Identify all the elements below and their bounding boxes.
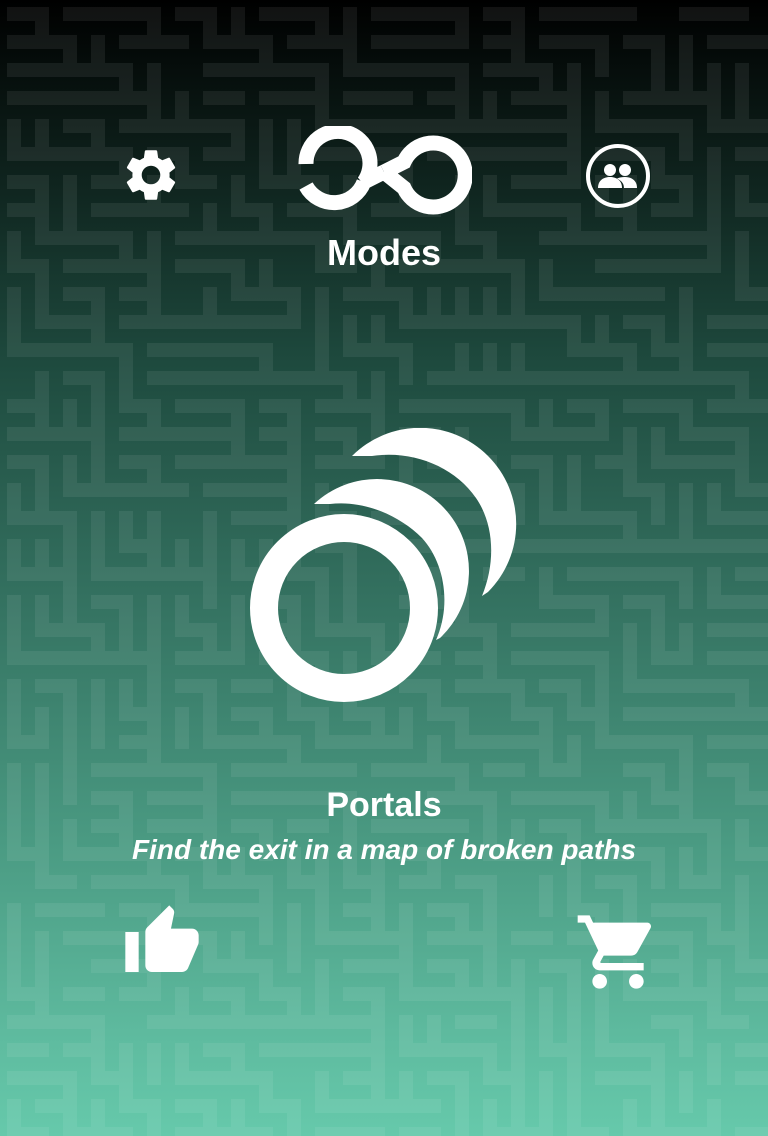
like-button[interactable]	[116, 898, 208, 986]
modes-logo[interactable]	[296, 123, 473, 224]
gear-icon	[126, 150, 176, 200]
social-button[interactable]	[580, 138, 656, 214]
page-title: Modes	[326, 232, 441, 273]
shopping-cart-icon	[577, 915, 652, 989]
portals-icon	[250, 427, 517, 702]
infinity-icon	[298, 123, 473, 215]
settings-button[interactable]	[116, 140, 186, 210]
mode-name: Portals	[326, 786, 442, 824]
shop-button[interactable]	[572, 906, 664, 998]
mode-description: Find the exit in a map of broken paths	[131, 834, 637, 865]
thumbs-up-icon	[125, 905, 199, 972]
friends-icon	[586, 144, 650, 208]
mode-illustration[interactable]	[244, 427, 524, 708]
